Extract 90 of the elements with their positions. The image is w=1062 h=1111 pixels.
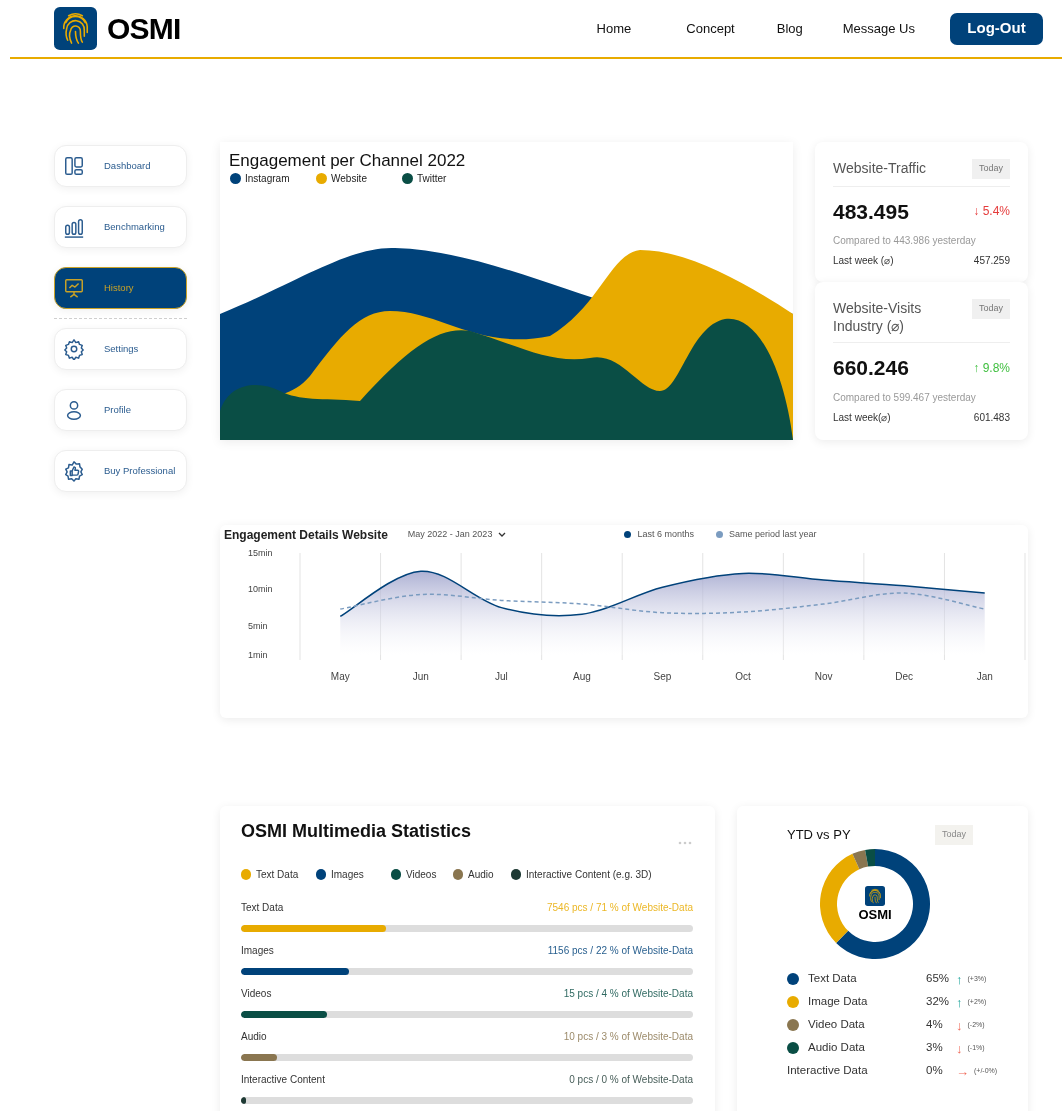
- x-tick-label: Aug: [573, 671, 591, 682]
- x-tick-label: Dec: [895, 671, 914, 682]
- nav-link[interactable]: Concept: [686, 18, 735, 39]
- chevron-down-icon: [498, 532, 507, 537]
- logo-icon: [865, 885, 885, 906]
- card-title: YTD vs PY: [787, 826, 851, 844]
- y-tick-label: 10min: [248, 584, 273, 595]
- chart-title: Engagement per Channel 2022: [228, 150, 467, 171]
- stat-value: 483.495: [833, 198, 909, 225]
- date-range-dropdown[interactable]: May 2022 - Jan 2023: [407, 527, 507, 542]
- x-tick-label: Jun: [412, 671, 429, 682]
- x-tick-label: May: [330, 671, 350, 682]
- nav-link[interactable]: Home: [596, 18, 632, 39]
- row-value: 0 pcs / 0 % of Website-Data: [569, 1073, 693, 1087]
- trend-arrow: ↑: [956, 972, 963, 986]
- trend-arrow: ↑: [956, 995, 963, 1009]
- row-value: 10 pcs / 3 % of Website-Data: [563, 1030, 693, 1044]
- y-tick-label: 15min: [248, 548, 273, 558]
- legend-label: Image Data: [808, 994, 868, 1010]
- percent-value: 32%: [926, 994, 951, 1010]
- row-value: 1156 pcs / 22 % of Website-Data: [547, 944, 693, 958]
- badge-thumbs-up-icon: [63, 460, 85, 482]
- legend-label: Images: [331, 868, 364, 882]
- legend-label: Audio Data: [808, 1040, 865, 1056]
- legend-label: Video Data: [808, 1017, 865, 1033]
- row-label: Text Data: [241, 901, 284, 915]
- sidebar-item[interactable]: Profile: [54, 389, 187, 431]
- stat-title: Website-Visits Industry (⌀): [833, 299, 923, 335]
- trend-arrow: →: [956, 1064, 969, 1078]
- layout-icon: [63, 155, 85, 177]
- trend-arrow: ↓: [956, 1018, 963, 1032]
- nav-link[interactable]: Blog: [776, 18, 803, 39]
- legend-label: Twitter: [417, 171, 447, 186]
- footer-value: 601.483: [973, 410, 1010, 425]
- x-tick-label: Nov: [814, 671, 833, 682]
- legend-label: Last 6 months: [637, 527, 694, 541]
- x-tick-label: Oct: [735, 671, 751, 682]
- row-value: 7546 pcs / 71 % of Website-Data: [547, 901, 693, 915]
- date-badge: Today: [934, 825, 973, 845]
- row-label: Interactive Content: [241, 1073, 325, 1087]
- percent-value: 3%: [926, 1040, 944, 1056]
- footer-value: 457.259: [973, 254, 1010, 268]
- row-label: Images: [241, 944, 274, 958]
- card-title: OSMI Multimedia Statistics: [241, 820, 472, 843]
- chart-title: Engagement Details Website: [224, 526, 388, 544]
- compare-text: Compared to 443.986 yesterday: [833, 234, 977, 248]
- nav-link[interactable]: Message Us: [842, 18, 915, 39]
- row-value: 15 pcs / 4 % of Website-Data: [563, 987, 693, 1001]
- stat-value: 660.246: [833, 355, 909, 381]
- settings-icon: [63, 338, 85, 360]
- sidebar-item[interactable]: History: [54, 267, 187, 309]
- legend-label: Audio: [468, 868, 494, 882]
- sidebar-item[interactable]: Buy Professional: [54, 450, 187, 492]
- footer-label: Last week(⌀): [833, 410, 891, 425]
- presentation-chart-icon: [63, 277, 85, 299]
- brand-name: OSMI: [858, 906, 892, 922]
- legend-label: Videos: [406, 868, 437, 882]
- percent-value: 4%: [926, 1017, 944, 1033]
- percent-value: 65%: [926, 971, 951, 987]
- date-badge: Today: [971, 299, 1010, 319]
- change-value: ↓ 5.4%: [973, 203, 1010, 221]
- more-icon[interactable]: [678, 841, 692, 845]
- row-label: Videos: [241, 987, 272, 1001]
- legend-label: Text Data: [808, 971, 857, 987]
- logout-button[interactable]: Log-Out: [950, 12, 1043, 45]
- date-badge: Today: [971, 159, 1010, 179]
- footer-label: Last week (⌀): [833, 254, 894, 268]
- x-tick-label: Sep: [653, 671, 672, 682]
- brand-name: OSMI: [107, 11, 181, 47]
- change-value: ↑ 9.8%: [973, 359, 1010, 377]
- y-tick-label: 5min: [248, 620, 268, 631]
- legend-label: Website: [331, 171, 367, 186]
- legend-label: Interactive Content (e.g. 3D): [526, 868, 652, 882]
- x-tick-label: Jan: [976, 671, 993, 682]
- sidebar-item[interactable]: Benchmarking: [54, 206, 187, 248]
- legend-label: Instagram: [245, 171, 290, 186]
- percent-value: 0%: [926, 1063, 944, 1079]
- sidebar-item[interactable]: Settings: [54, 328, 187, 370]
- compare-text: Compared to 599.467 yesterday: [833, 390, 977, 405]
- legend-label: Text Data: [256, 868, 299, 882]
- y-tick-label: 1min: [248, 650, 268, 660]
- legend-label: Same period last year: [728, 527, 817, 541]
- bar-chart-icon: [63, 216, 85, 238]
- trend-arrow: ↓: [956, 1041, 963, 1055]
- sidebar-item[interactable]: Dashboard: [54, 145, 187, 187]
- legend-label: Interactive Data: [787, 1063, 868, 1079]
- x-tick-label: Jul: [495, 671, 508, 682]
- logo-icon: [54, 7, 97, 50]
- stat-title: Website-Traffic: [833, 159, 928, 177]
- row-label: Audio: [241, 1030, 267, 1044]
